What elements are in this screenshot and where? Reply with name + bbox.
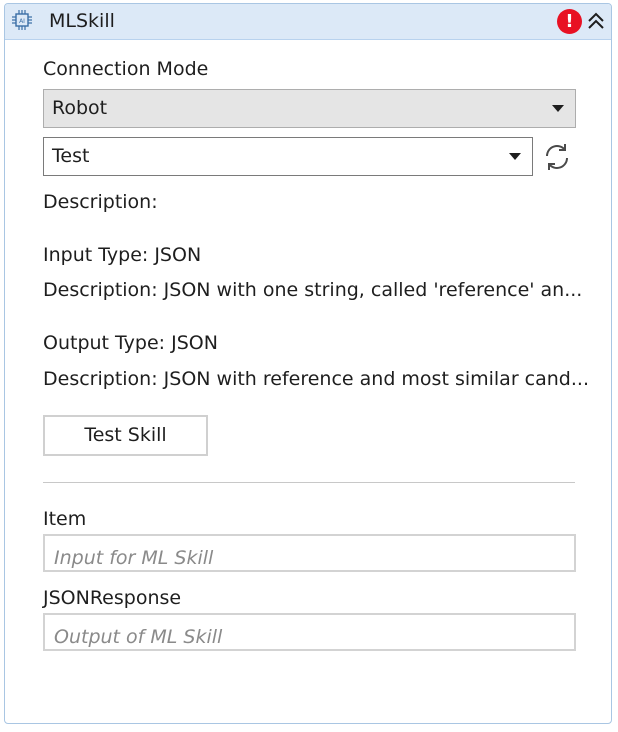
- chevron-down-icon: [552, 105, 564, 112]
- chevron-down-icon: [509, 153, 521, 160]
- output-type-text: Output Type: JSON: [43, 332, 218, 354]
- refresh-icon[interactable]: [542, 142, 572, 172]
- json-response-field[interactable]: [43, 613, 576, 651]
- connection-mode-label: Connection Mode: [43, 58, 209, 80]
- json-response-label: JSONResponse: [43, 587, 182, 609]
- divider: [43, 482, 575, 483]
- output-description-text: Description: JSON with reference and mos…: [43, 368, 589, 390]
- skill-dropdown[interactable]: Test: [43, 137, 533, 176]
- skill-value: Test: [52, 145, 90, 167]
- item-label: Item: [43, 508, 87, 530]
- activity-panel: AI MLSkill ! Connection Mode Robot Test …: [4, 3, 612, 724]
- error-icon[interactable]: !: [557, 9, 582, 34]
- double-chevron-up-icon[interactable]: [585, 10, 607, 32]
- input-type-text: Input Type: JSON: [43, 244, 202, 266]
- item-field[interactable]: [43, 534, 576, 572]
- activity-header: AI MLSkill !: [5, 4, 611, 40]
- skill-description-label: Description:: [43, 191, 158, 213]
- activity-title[interactable]: MLSkill: [49, 10, 115, 32]
- connection-mode-value: Robot: [52, 97, 108, 119]
- test-skill-button[interactable]: Test Skill: [43, 415, 208, 456]
- item-input[interactable]: [45, 536, 574, 570]
- ml-chip-icon: AI: [12, 10, 32, 30]
- connection-mode-dropdown[interactable]: Robot: [43, 89, 576, 128]
- input-description-text: Description: JSON with one string, calle…: [43, 279, 583, 301]
- json-response-input[interactable]: [45, 615, 574, 649]
- svg-text:AI: AI: [19, 18, 25, 25]
